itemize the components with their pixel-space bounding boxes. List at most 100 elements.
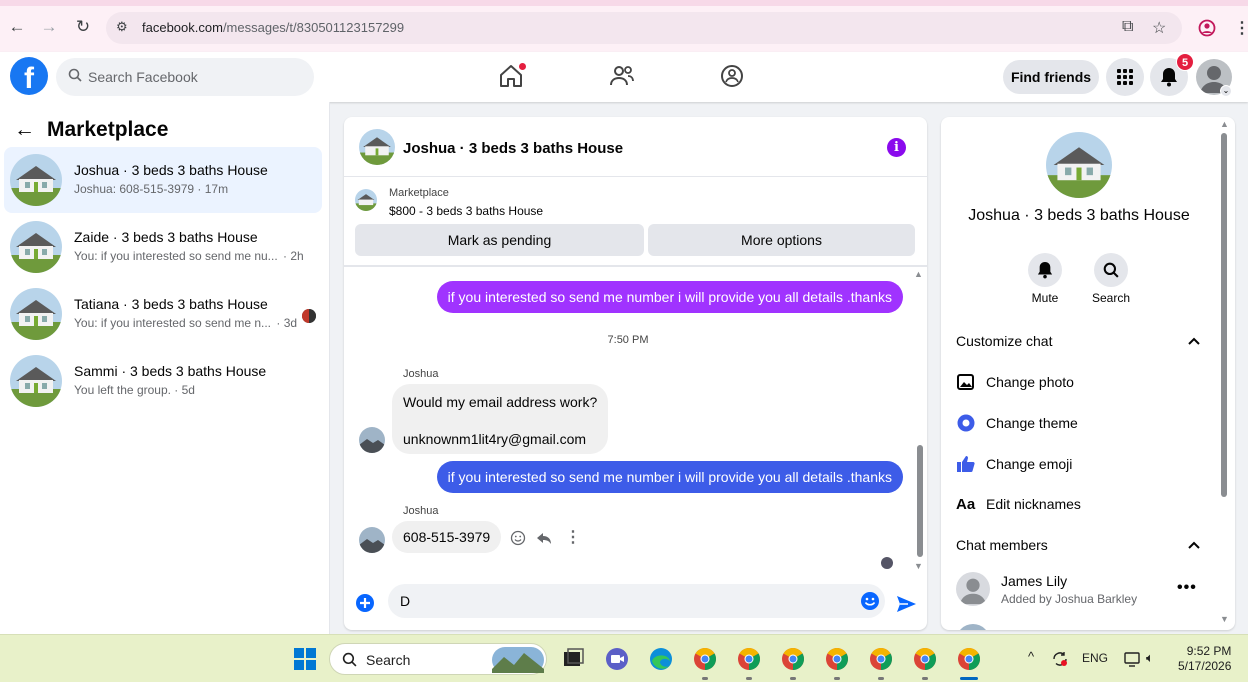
chrome-profile-icon[interactable] (868, 646, 894, 672)
message-input[interactable] (400, 584, 840, 618)
conversation-item[interactable]: Zaide · 3 beds 3 baths House You: if you… (4, 214, 322, 280)
conversation-name: Zaide · 3 beds 3 baths House (74, 229, 258, 245)
member-name[interactable]: James Lily (1001, 573, 1067, 589)
back-arrow-icon[interactable]: ← (14, 118, 35, 141)
conversation-item[interactable]: Joshua · 3 beds 3 baths House Joshua: 60… (4, 147, 322, 213)
mark-pending-button[interactable]: Mark as pending (355, 224, 644, 256)
profile-icon[interactable] (1198, 19, 1216, 37)
facebook-logo-icon[interactable]: f (10, 57, 48, 95)
taskbar-search[interactable]: Search (329, 643, 547, 675)
add-attachment-icon[interactable] (355, 593, 375, 613)
account-chevron-icon[interactable]: ⌄ (1220, 85, 1232, 97)
scroll-thumb[interactable] (1221, 133, 1227, 497)
listing-thumbnail[interactable] (355, 189, 377, 211)
chrome-profile-icon[interactable] (736, 646, 762, 672)
install-app-icon[interactable]: ⧉ (1122, 18, 1133, 36)
house-avatar[interactable] (359, 129, 395, 165)
edge-browser-icon[interactable] (648, 646, 674, 672)
address-bar[interactable]: ⚙ facebook.com/messages/t/83050112315729… (106, 12, 1182, 44)
meet-app-icon[interactable] (604, 646, 630, 672)
message-line: Would my email address work? (403, 394, 598, 410)
url-host: facebook.com (142, 20, 223, 35)
more-options-button[interactable]: More options (648, 224, 915, 256)
windows-start-icon[interactable] (293, 647, 317, 671)
friends-icon[interactable] (608, 62, 636, 90)
chat-members-header[interactable]: Chat members (956, 537, 1048, 553)
member-options-icon[interactable]: ••• (1177, 579, 1197, 597)
network-icon[interactable] (1123, 650, 1141, 668)
url-text[interactable]: facebook.com/messages/t/830501123157299 (142, 20, 404, 35)
scroll-thumb[interactable] (917, 445, 923, 557)
menu-button[interactable] (1106, 58, 1144, 96)
conversation-list-panel: ← Marketplace Joshua · 3 beds 3 baths Hou… (0, 102, 330, 634)
running-indicator (922, 677, 928, 680)
preview-text: You: if you interested so send me nu... (74, 249, 278, 263)
thread-scrollbar[interactable]: ▲ ▼ (914, 269, 926, 575)
preview-time: · 2h (283, 249, 304, 263)
mute-button[interactable]: Mute (1015, 253, 1075, 305)
incoming-message[interactable]: Would my email address work? unknownm1li… (392, 384, 609, 454)
message-input-box[interactable] (388, 584, 885, 618)
chat-title[interactable]: Joshua · 3 beds 3 baths House (403, 140, 623, 157)
reply-icon[interactable] (536, 530, 552, 546)
chrome-profile-icon[interactable] (912, 646, 938, 672)
system-clock[interactable]: 9:52 PM 5/17/2026 (1178, 644, 1231, 674)
incoming-message[interactable]: 608-515-3979 (392, 521, 502, 553)
search-highlight-image (492, 647, 544, 673)
chrome-profile-icon[interactable] (692, 646, 718, 672)
conversation-item[interactable]: Sammi · 3 beds 3 baths House You left th… (4, 348, 322, 414)
chat-header: Joshua · 3 beds 3 baths House i (344, 117, 927, 177)
outgoing-message[interactable]: if you interested so send me number i wi… (436, 461, 903, 493)
volume-icon[interactable]: 🔈︎ (1146, 650, 1154, 666)
message-thread: if you interested so send me number i wi… (344, 269, 927, 575)
chat-panel: Joshua · 3 beds 3 baths House i Marketpl… (344, 117, 927, 630)
language-indicator[interactable]: ENG (1082, 651, 1108, 665)
site-info-icon[interactable]: ⚙ (116, 19, 128, 35)
forward-icon[interactable]: → (38, 16, 60, 38)
emoji-icon[interactable] (860, 591, 880, 611)
search-label: Search (1091, 291, 1131, 305)
bookmark-star-icon[interactable]: ☆ (1152, 18, 1166, 38)
show-hidden-icons[interactable]: ^ (1028, 649, 1034, 664)
chrome-profile-icon[interactable] (824, 646, 850, 672)
scroll-down-icon[interactable]: ▼ (1220, 614, 1229, 624)
more-actions-icon[interactable]: ⋮ (565, 527, 581, 547)
scroll-up-icon[interactable]: ▲ (1220, 119, 1229, 129)
search-box[interactable] (56, 58, 314, 96)
apps-grid-icon (1117, 69, 1133, 85)
react-emoji-icon[interactable] (510, 530, 526, 546)
listing-detail[interactable]: $800 - 3 beds 3 baths House (389, 204, 543, 218)
details-scrollbar[interactable]: ▲ ▼ (1218, 117, 1230, 630)
chrome-profile-icon[interactable] (780, 646, 806, 672)
reload-icon[interactable]: ↻ (72, 16, 94, 38)
scroll-down-icon[interactable]: ▼ (914, 561, 923, 571)
customize-chat-header[interactable]: Customize chat (956, 333, 1052, 349)
running-indicator (702, 677, 708, 680)
find-friends-button[interactable]: Find friends (1003, 60, 1099, 94)
sync-icon[interactable] (1051, 650, 1069, 668)
chevron-up-icon[interactable] (1187, 334, 1201, 348)
send-icon[interactable] (895, 593, 917, 615)
groups-icon[interactable] (718, 62, 746, 90)
member-avatar[interactable] (956, 624, 990, 630)
active-indicator (960, 677, 978, 680)
edit-nicknames-label: Edit nicknames (986, 496, 1081, 512)
search-input[interactable] (88, 58, 308, 96)
scroll-up-icon[interactable]: ▲ (914, 269, 923, 279)
theme-icon (957, 414, 975, 432)
search-in-chat-button[interactable]: Search (1081, 253, 1141, 305)
chat-name: Joshua · 3 beds 3 baths House (968, 207, 1190, 224)
info-icon[interactable]: i (887, 138, 906, 157)
chrome-active-icon[interactable] (956, 646, 982, 672)
outgoing-message[interactable]: if you interested so send me number i wi… (436, 281, 903, 313)
conversation-preview: You: if you interested so send me n... ·… (74, 316, 297, 330)
chat-avatar[interactable] (1046, 132, 1112, 198)
bell-icon (1037, 262, 1053, 279)
browser-menu-icon[interactable]: ⋮ (1234, 18, 1248, 38)
back-icon[interactable]: ← (6, 16, 28, 38)
conversation-item[interactable]: Tatiana · 3 beds 3 baths House You: if y… (4, 281, 322, 347)
chevron-up-icon[interactable] (1187, 538, 1201, 552)
member-avatar[interactable] (956, 572, 990, 606)
task-view-icon[interactable] (560, 646, 586, 672)
tab-strip (0, 0, 1248, 6)
